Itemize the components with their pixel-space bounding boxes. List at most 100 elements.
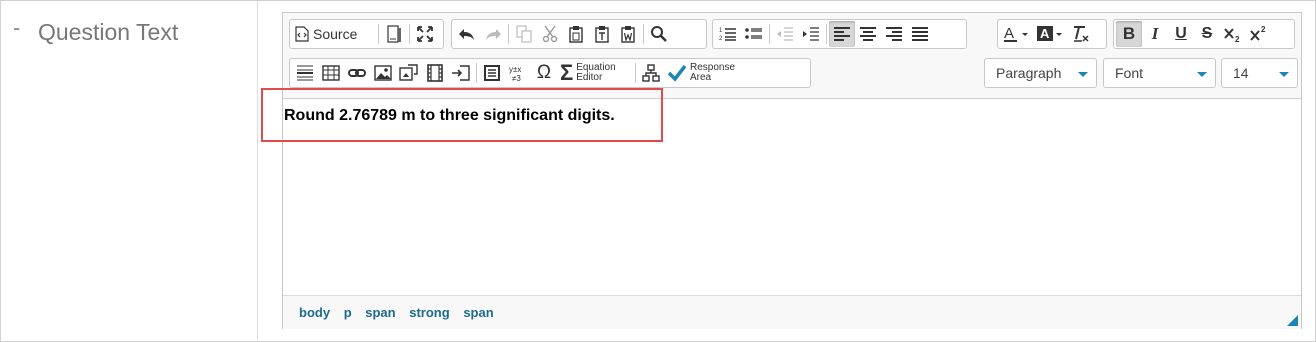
horizontal-line-button[interactable] [292,60,318,86]
media-button[interactable] [396,60,422,86]
templates-button[interactable] [381,21,407,47]
justify-button[interactable] [907,21,933,47]
math-icon: y±x ≠3 [508,64,528,82]
underline-button[interactable]: U [1168,21,1194,47]
horizontal-line-icon [296,64,314,82]
find-button[interactable] [646,21,672,47]
strikethrough-button[interactable]: S [1194,21,1220,47]
math-button[interactable]: y±x ≠3 [505,60,531,86]
equation-editor-label: Equation Editor [576,63,615,83]
numbered-list-button[interactable]: 12 [715,21,741,47]
background-color-button[interactable]: A [1034,21,1068,47]
font-size-select[interactable]: 14 [1221,58,1298,88]
checkmark-icon [667,64,687,82]
bullet-dash: - [13,15,21,40]
copy-button[interactable] [511,21,537,47]
copy-icon [516,25,532,43]
separator [409,24,410,44]
italic-button[interactable]: I [1142,21,1168,47]
undo-icon [458,27,476,41]
paste-text-button[interactable] [589,21,615,47]
justify-icon [911,27,929,41]
maximize-icon [416,25,434,43]
response-area-button[interactable]: Response Area [664,60,748,86]
rich-text-editor: Source 1 2 A A B I U S 2 2 y±x ≠3 Ω Σ Eq… [282,12,1302,329]
superscript-button[interactable]: 2 [1246,21,1272,47]
chevron-down-icon [1197,72,1207,77]
video-button[interactable] [422,60,448,86]
templates-icon [386,25,402,43]
svg-text:A: A [1040,26,1050,41]
field-label: Question Text [38,19,179,45]
path-item-p[interactable]: p [344,305,352,320]
chevron-down-icon [1078,72,1088,77]
undo-button[interactable] [454,21,480,47]
align-right-button[interactable] [881,21,907,47]
cut-button[interactable] [537,21,563,47]
path-item-span-inner[interactable]: span [463,305,493,320]
strikethrough-icon: S [1201,25,1213,42]
align-left-button[interactable] [829,21,855,47]
subscript-button[interactable]: 2 [1220,21,1246,47]
align-center-button[interactable] [855,21,881,47]
blockquote-button[interactable] [479,60,505,86]
svg-text:A: A [1004,25,1014,42]
svg-text:1: 1 [719,28,723,34]
separator [476,63,477,83]
bulleted-list-button[interactable] [741,21,767,47]
link-button[interactable] [344,60,370,86]
paste-button[interactable] [563,21,589,47]
remove-format-button[interactable] [1068,21,1094,47]
insert-button[interactable] [448,60,474,86]
paragraph-format-select[interactable]: Paragraph [984,58,1097,88]
hierarchy-button[interactable] [638,60,664,86]
special-char-icon: Ω [536,62,552,83]
resize-handle-icon[interactable] [1287,315,1298,326]
blockquote-icon [483,64,501,82]
video-icon [426,64,444,82]
maximize-button[interactable] [412,21,438,47]
table-button[interactable] [318,60,344,86]
hierarchy-icon [642,64,660,82]
insert-icon [451,64,471,82]
numbered-list-icon: 12 [719,26,737,42]
svg-text:2: 2 [1261,25,1266,34]
element-path: body p span strong span [299,305,504,320]
special-char-button[interactable]: Ω [531,60,557,86]
font-select[interactable]: Font [1103,58,1216,88]
find-icon [650,25,668,43]
outdent-button[interactable] [772,21,798,47]
toolbar-group-colors: A A [997,19,1107,49]
response-label-line2: Area [690,72,712,83]
subscript-icon: 2 [1224,25,1242,43]
toolbar-group-basicstyles: B I U S 2 2 [1113,19,1295,49]
path-item-span[interactable]: span [365,305,395,320]
source-icon [295,26,309,42]
superscript-icon: 2 [1250,25,1268,43]
chevron-down-icon [1279,72,1289,77]
path-item-strong[interactable]: strong [409,305,449,320]
paste-word-icon [620,25,636,43]
highlight-box [261,88,663,142]
align-center-icon [859,27,877,41]
equation-editor-button[interactable]: Σ Equation Editor [557,60,633,86]
redo-button[interactable] [480,21,506,47]
separator [769,24,770,44]
path-item-body[interactable]: body [299,305,330,320]
image-button[interactable] [370,60,396,86]
indent-button[interactable] [798,21,824,47]
svg-text:≠3: ≠3 [512,74,521,82]
remove-format-icon [1072,25,1090,43]
separator [826,24,827,44]
paste-word-button[interactable] [615,21,641,47]
table-icon [322,65,340,81]
paste-text-icon [594,25,610,43]
editor-toolbar: Source 1 2 A A B I U S 2 2 y±x ≠3 Ω Σ Eq… [283,13,1301,99]
equation-label-line2: Editor [576,72,603,83]
separator [635,63,636,83]
separator [643,24,644,44]
bold-button[interactable]: B [1116,21,1142,47]
source-button[interactable]: Source [292,21,376,47]
text-color-button[interactable]: A [1000,21,1034,47]
svg-text:2: 2 [719,36,723,42]
